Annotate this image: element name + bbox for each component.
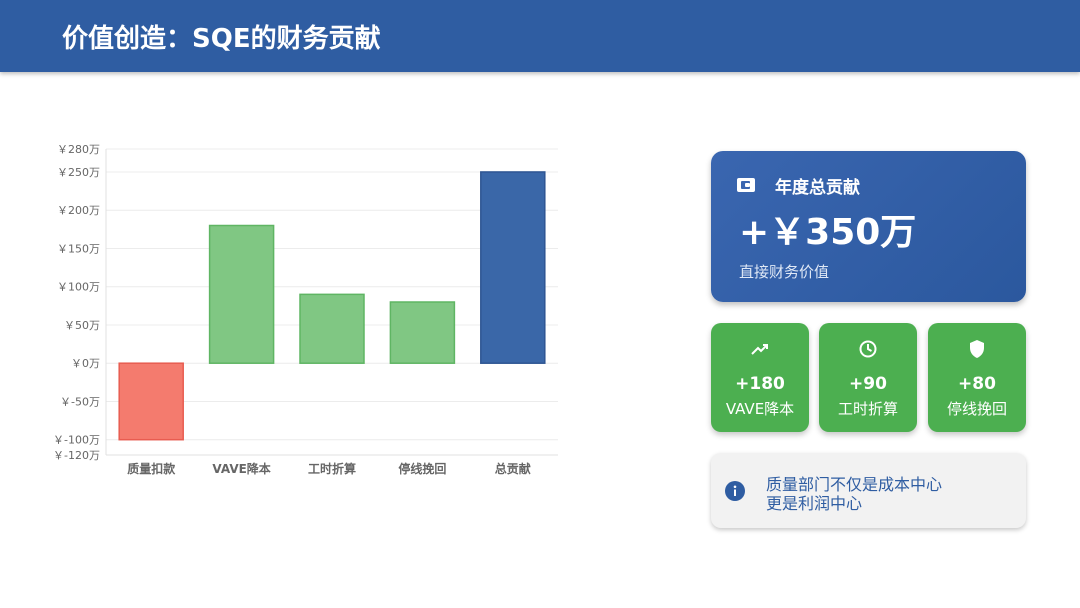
- y-tick-label: ￥250万: [57, 166, 100, 179]
- info-icon: [725, 481, 745, 501]
- y-tick-label: ￥50万: [64, 319, 100, 332]
- total-card-title: 年度总贡献: [775, 178, 860, 198]
- x-category-label: 工时折算: [308, 461, 356, 476]
- shield-icon: [970, 340, 984, 358]
- x-category-label: 停线挽回: [398, 461, 446, 476]
- trend-up-icon: [751, 344, 768, 355]
- metric-label: 停线挽回: [946, 400, 1007, 418]
- x-category-label: VAVE降本: [212, 461, 270, 476]
- annual-total-card: 年度总贡献 +￥350万 直接财务价值: [711, 151, 1026, 302]
- bar: [480, 171, 546, 364]
- y-tick-label: ￥280万: [57, 143, 100, 156]
- clock-icon: [859, 340, 877, 358]
- metric-card-hours: +90 工时折算: [819, 323, 917, 432]
- metric-card-line-stop: +80 停线挽回: [928, 323, 1026, 432]
- metric-label: 工时折算: [837, 400, 898, 418]
- y-tick-label: ￥200万: [57, 204, 100, 217]
- note-line-2: 更是利润中心: [766, 494, 863, 513]
- contribution-waterfall-chart: ￥280万 ￥250万 ￥200万 ￥150万 ￥100万 ￥50万 ￥0万 ￥-50万 ￥-1…: [53, 143, 558, 476]
- metric-card-vave: +180 VAVE降本: [711, 323, 809, 432]
- y-tick-label: ￥-100万: [53, 434, 100, 447]
- profit-center-note: 质量部门不仅是成本中心 更是利润中心: [711, 453, 1026, 528]
- x-category-label: 总贡献: [495, 461, 531, 476]
- metric-label: VAVE降本: [725, 400, 795, 418]
- x-category-label: 质量扣款: [127, 461, 176, 476]
- bar: [208, 224, 275, 364]
- bar: [389, 301, 456, 364]
- y-tick-label: ￥-120万: [53, 449, 100, 462]
- y-tick-label: ￥100万: [57, 281, 100, 294]
- bar: [299, 293, 365, 364]
- metric-value: +90: [849, 374, 887, 394]
- total-value: +￥350万: [739, 212, 917, 253]
- metric-value: +180: [735, 374, 785, 394]
- y-tick-label: ￥-50万: [60, 395, 100, 408]
- total-card-subtitle: 直接财务价值: [739, 263, 830, 281]
- metric-value: +80: [958, 374, 996, 394]
- bar: [118, 362, 184, 441]
- wallet-icon: [737, 178, 755, 192]
- y-tick-label: ￥0万: [71, 357, 100, 370]
- y-tick-label: ￥150万: [57, 242, 100, 255]
